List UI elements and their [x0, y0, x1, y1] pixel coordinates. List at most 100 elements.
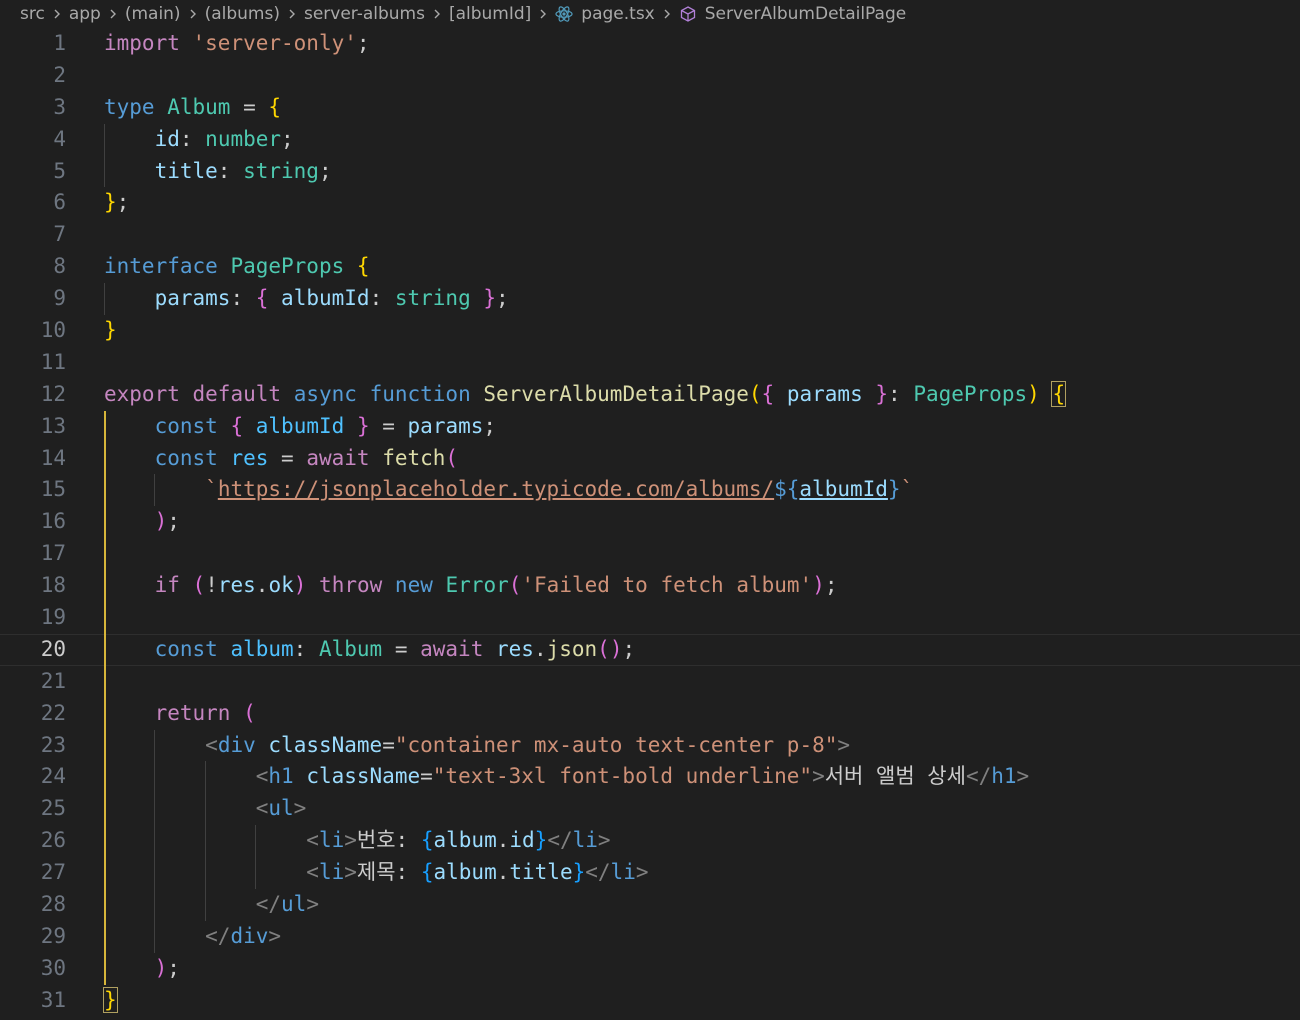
breadcrumb-item-server-albums[interactable]: server-albums	[304, 4, 425, 24]
code-token: title	[509, 860, 573, 885]
code-token: string	[394, 286, 471, 311]
code-line[interactable]: 16 );	[0, 506, 1300, 539]
breadcrumb-item-albums[interactable]: (albums)	[205, 4, 280, 24]
code-token: </	[205, 923, 231, 948]
code-line[interactable]: 31}	[0, 985, 1300, 1017]
line-number: 31	[40, 987, 66, 1012]
code-line[interactable]: 13 const { albumId } = params;	[0, 410, 1300, 443]
code-text: }	[104, 315, 117, 347]
code-token: <	[205, 732, 218, 757]
code-line[interactable]: 6};	[0, 187, 1300, 219]
code-line[interactable]: 21	[0, 665, 1300, 698]
code-token: </	[965, 764, 992, 789]
code-token: .	[255, 573, 269, 598]
code-token: PageProps	[913, 381, 1028, 406]
code-token: )	[154, 509, 168, 534]
code-text: import 'server-only';	[104, 28, 370, 60]
code-line[interactable]: 30 );	[0, 952, 1300, 985]
chevron-right-icon	[107, 8, 119, 20]
code-line[interactable]: 27 <li>제목: {album.title}</li>	[0, 857, 1300, 890]
code-line[interactable]: 5 title: string;	[0, 155, 1300, 188]
code-text: );	[104, 506, 180, 538]
code-line[interactable]: 2	[0, 60, 1300, 92]
code-editor[interactable]: 1 import 'server-only'; 2 3 type Album = {4 …	[0, 28, 1300, 1020]
breadcrumb-item-main[interactable]: (main)	[125, 4, 181, 24]
code-line[interactable]: 25 <ul>	[0, 793, 1300, 826]
code-token: )	[812, 573, 825, 598]
code-line[interactable]: 10}	[0, 315, 1300, 347]
code-token: ServerAlbumDetailPage	[483, 381, 749, 406]
code-token: params	[786, 381, 863, 406]
line-number: 2	[53, 62, 66, 87]
code-text: <ul>	[104, 793, 307, 825]
code-token: className	[268, 732, 383, 757]
code-line[interactable]: 24 <h1 className="text-3xl font-bold und…	[0, 761, 1300, 794]
code-token: >	[293, 796, 307, 821]
code-token: PageProps	[230, 254, 345, 279]
indent-guide	[104, 665, 106, 698]
code-token: <	[306, 828, 319, 853]
code-token: {	[761, 381, 775, 406]
line-number: 23	[40, 732, 66, 757]
breadcrumb-item-app[interactable]: app	[69, 4, 101, 24]
code-line[interactable]: 7	[0, 219, 1300, 251]
code-line[interactable]: 9 params: { albumId: string };	[0, 283, 1300, 316]
code-line[interactable]: 29 </div>	[0, 920, 1300, 953]
code-line[interactable]: 11	[0, 347, 1300, 379]
code-token: await	[420, 636, 484, 661]
breadcrumb-item-symbol[interactable]: ServerAlbumDetailPage	[679, 4, 906, 24]
code-token: Album	[167, 94, 231, 119]
code-line[interactable]: 22 return (	[0, 697, 1300, 730]
code-line[interactable]: 23 <div className="container mx-auto tex…	[0, 729, 1300, 762]
code-token: 제목:	[356, 860, 421, 885]
code-token: >	[635, 860, 649, 885]
code-token: async	[293, 381, 357, 406]
code-token: =	[268, 445, 307, 470]
code-line[interactable]: 28 </ul>	[0, 889, 1300, 921]
code-line[interactable]: 4 id: number;	[0, 123, 1300, 156]
code-token: "container mx-auto text-center p-8"	[394, 732, 838, 757]
code-line[interactable]: 1 import 'server-only';	[0, 28, 1300, 60]
code-text: <li>번호: {album.id}</li>	[104, 825, 610, 857]
line-number: 7	[53, 222, 66, 247]
code-line[interactable]: 18 if (!res.ok) throw new Error('Failed …	[0, 570, 1300, 603]
breadcrumb-item-file[interactable]: page.tsx	[555, 4, 655, 24]
breadcrumb-item-albumid[interactable]: [albumId]	[449, 4, 531, 24]
line-number: 13	[40, 413, 66, 438]
line-number: 24	[40, 764, 66, 789]
code-line[interactable]: 15 `https://jsonplaceholder.typicode.com…	[0, 474, 1300, 507]
code-line[interactable]: 19	[0, 602, 1300, 634]
code-text: <li>제목: {album.title}</li>	[104, 857, 649, 889]
code-line[interactable]: 14 const res = await fetch(	[0, 442, 1300, 475]
code-line[interactable]: 12 export default async function ServerAl…	[0, 379, 1300, 411]
code-line[interactable]: 17	[0, 538, 1300, 571]
code-line[interactable]: 26 <li>번호: {album.id}</li>	[0, 825, 1300, 858]
code-token: >	[812, 764, 825, 789]
code-token: ;	[356, 31, 370, 55]
code-token: li	[610, 860, 636, 885]
line-number: 29	[40, 923, 66, 948]
code-token: function	[369, 381, 471, 406]
code-token: await	[306, 445, 370, 470]
code-token: }	[572, 860, 586, 885]
code-token: }	[104, 190, 117, 215]
code-line[interactable]: 3 type Album = {	[0, 92, 1300, 124]
code-line[interactable]: 8 interface PageProps {	[0, 251, 1300, 283]
code-token: }	[483, 286, 497, 311]
breadcrumb-item-src[interactable]: src	[20, 4, 45, 24]
code-text: export default async function ServerAlbu…	[104, 379, 1067, 411]
code-line[interactable]: 20 const album: Album = await res.json()…	[0, 633, 1300, 666]
code-token: interface	[104, 254, 218, 279]
